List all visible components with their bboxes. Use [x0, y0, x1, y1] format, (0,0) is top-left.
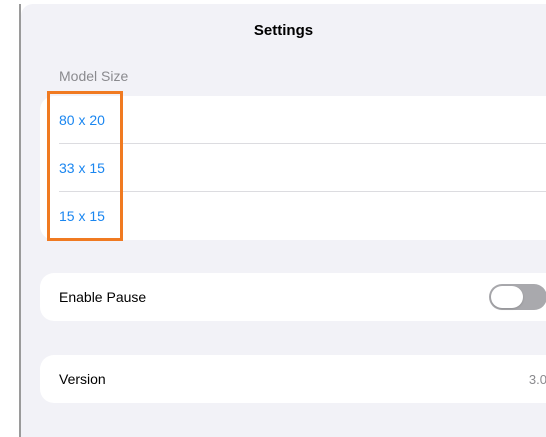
version-label: Version — [59, 371, 106, 387]
enable-pause-toggle[interactable] — [489, 284, 546, 310]
model-size-group: 80 x 20 33 x 15 15 x 15 — [40, 96, 546, 240]
toggle-knob — [491, 286, 523, 308]
version-row: Version 3.0 — [40, 355, 546, 403]
underlying-window-edge — [0, 0, 20, 437]
model-size-option-80x20[interactable]: 80 x 20 — [40, 96, 546, 144]
model-size-header: Model Size — [59, 68, 129, 84]
enable-pause-row: Enable Pause — [40, 273, 546, 321]
version-value: 3.0 — [528, 371, 546, 387]
settings-screen: Settings Model Size 80 x 20 33 x 15 15 x… — [0, 0, 546, 437]
model-size-option-33x15[interactable]: 33 x 15 — [40, 144, 546, 192]
settings-sheet: Settings Model Size 80 x 20 33 x 15 15 x… — [21, 4, 546, 437]
model-size-option-15x15[interactable]: 15 x 15 — [40, 192, 546, 240]
enable-pause-label: Enable Pause — [59, 289, 147, 305]
page-title: Settings — [253, 22, 314, 39]
